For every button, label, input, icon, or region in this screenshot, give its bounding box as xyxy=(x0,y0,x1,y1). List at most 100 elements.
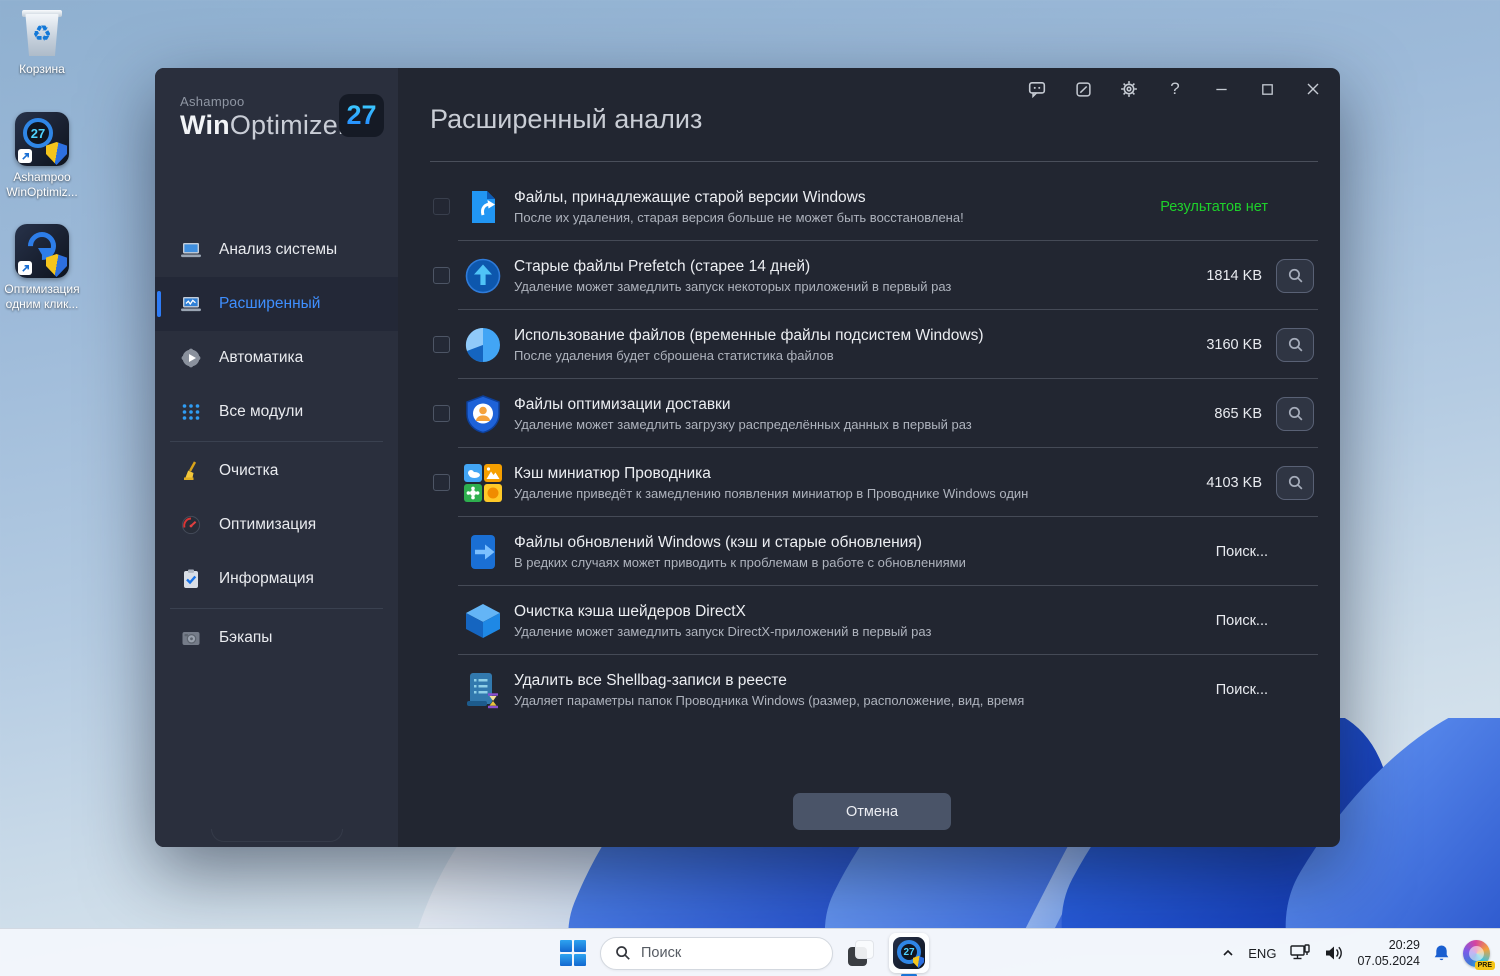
volume-icon[interactable] xyxy=(1324,944,1344,962)
desktop-icon-one-click-optimization[interactable]: Оптимизация одним клик... xyxy=(0,224,84,312)
feedback-button[interactable] xyxy=(1026,78,1048,100)
taskbar-search[interactable]: Поиск xyxy=(600,936,833,970)
winoptimizer-window: ? Ashampoo WinOptimizer 27 Анализ систем… xyxy=(155,68,1340,847)
file-restore-icon xyxy=(472,190,495,223)
maximize-button[interactable] xyxy=(1256,78,1278,100)
speedometer-icon xyxy=(181,515,201,535)
notes-button[interactable] xyxy=(1072,78,1094,100)
sidebar-item-all-modules[interactable]: Все модули xyxy=(155,385,398,439)
desktop-icon-recycle-bin[interactable]: ♻ Корзина xyxy=(0,8,84,77)
sidebar-menu: Анализ системы Расширенный Автоматика Вс… xyxy=(155,223,398,665)
menu-divider xyxy=(170,608,383,609)
item-title: Очистка кэша шейдеров DirectX xyxy=(514,602,746,620)
item-title: Удалить все Shellbag-записи в реесте xyxy=(514,671,787,689)
sidebar-item-information[interactable]: Информация xyxy=(155,552,398,606)
backup-icon xyxy=(182,632,200,645)
list-item-directx-shader-cache[interactable]: Очистка кэша шейдеров DirectX Удаление м… xyxy=(398,586,1340,655)
checkbox[interactable] xyxy=(433,474,450,491)
broom-icon xyxy=(184,461,197,480)
prefetch-up-icon xyxy=(465,258,501,293)
desktop-icon-winoptimizer[interactable]: 27 Ashampoo WinOptimiz... xyxy=(0,112,84,200)
version-badge: 27 xyxy=(339,94,384,137)
item-title: Старые файлы Prefetch (старее 14 дней) xyxy=(514,257,811,275)
shortcut-arrow-icon xyxy=(18,261,32,275)
checkbox[interactable] xyxy=(433,405,450,422)
checkbox[interactable] xyxy=(433,267,450,284)
search-details-button[interactable] xyxy=(1276,396,1314,431)
preview-badge: PRE xyxy=(1474,960,1495,970)
search-details-button[interactable] xyxy=(1276,258,1314,293)
item-size: 4103 KB xyxy=(1206,474,1262,491)
tray-clock[interactable]: 20:29 07.05.2024 xyxy=(1357,937,1420,970)
cancel-button[interactable]: Отмена xyxy=(793,793,951,830)
magnifier-icon xyxy=(1288,337,1302,352)
recycle-bin-icon: ♻ xyxy=(20,8,64,58)
checkbox[interactable] xyxy=(433,198,450,215)
settings-gear-icon[interactable] xyxy=(1118,78,1140,100)
start-button[interactable] xyxy=(560,939,587,967)
desktop-icon-label: Ashampoo WinOptimiz... xyxy=(6,170,78,199)
shortcut-arrow-icon xyxy=(18,149,32,163)
modules-grid-icon xyxy=(182,404,200,420)
copilot-icon[interactable]: PRE xyxy=(1463,939,1495,970)
taskbar-winoptimizer-icon[interactable]: 27 xyxy=(889,933,929,976)
checkbox[interactable] xyxy=(433,336,450,353)
item-status: Результатов нет xyxy=(1160,198,1268,215)
tray-date: 07.05.2024 xyxy=(1357,954,1420,968)
item-status: Поиск... xyxy=(1215,543,1268,560)
sidebar-item-backups[interactable]: Бэкапы xyxy=(155,611,398,665)
tray-time: 20:29 xyxy=(1388,937,1420,952)
list-item-prefetch[interactable]: Старые файлы Prefetch (старее 14 дней) У… xyxy=(398,241,1340,310)
magnifier-icon xyxy=(1288,268,1302,283)
sidebar-item-advanced[interactable]: Расширенный xyxy=(155,277,398,331)
clipboard-check-icon xyxy=(184,569,198,588)
minimize-button[interactable] xyxy=(1210,78,1232,100)
list-item-old-windows-files[interactable]: Файлы, принадлежащие старой версии Windo… xyxy=(398,172,1340,241)
app-logo: Ashampoo WinOptimizer 27 xyxy=(155,68,398,141)
automation-play-icon xyxy=(181,348,201,368)
item-subtitle: Удаляет параметры папок Проводника Windo… xyxy=(514,692,1025,708)
network-icon[interactable] xyxy=(1289,943,1311,963)
list-item-thumbnail-cache[interactable]: Кэш миниатюр Проводника Удаление приведё… xyxy=(398,448,1340,517)
sidebar-item-automation[interactable]: Автоматика xyxy=(155,331,398,385)
thumbnails-icon xyxy=(464,463,502,502)
sidebar-item-system-analysis[interactable]: Анализ системы xyxy=(155,223,398,277)
item-subtitle: Удаление может замедлить загрузку распре… xyxy=(514,416,972,432)
sidebar-bottom-handle xyxy=(210,829,343,842)
page-title: Расширенный анализ xyxy=(430,104,703,134)
magnifier-icon xyxy=(1288,406,1302,421)
laptop-icon xyxy=(181,243,201,258)
sidebar-item-cleaning[interactable]: Очистка xyxy=(155,444,398,498)
directx-cube-icon xyxy=(466,603,500,638)
list-item-delivery-optimization[interactable]: Файлы оптимизации доставки Удаление може… xyxy=(398,379,1340,448)
search-details-button[interactable] xyxy=(1276,465,1314,500)
item-size: 3160 KB xyxy=(1206,336,1262,353)
winoptimizer-icon: 27 xyxy=(15,112,69,166)
item-status: Поиск... xyxy=(1215,612,1268,629)
tray-chevron-up-icon[interactable] xyxy=(1221,946,1235,960)
item-title: Файлы оптимизации доставки xyxy=(514,395,731,413)
desktop-icon-label: Корзина xyxy=(19,62,65,76)
item-subtitle: После удаления будет сброшена статистика… xyxy=(514,347,834,363)
analysis-list: Файлы, принадлежащие старой версии Windo… xyxy=(398,172,1340,724)
item-subtitle: Удаление приведёт к замедлению появления… xyxy=(514,485,1029,501)
update-files-icon xyxy=(471,534,495,569)
search-details-button[interactable] xyxy=(1276,327,1314,362)
list-item-file-usage[interactable]: Использование файлов (временные файлы по… xyxy=(398,310,1340,379)
notification-bell-icon[interactable] xyxy=(1433,944,1450,962)
magnifier-icon xyxy=(1288,475,1302,490)
registry-hourglass-icon xyxy=(467,672,498,708)
sidebar-item-optimization[interactable]: Оптимизация xyxy=(155,498,398,552)
help-button[interactable]: ? xyxy=(1164,78,1186,100)
item-size: 865 KB xyxy=(1214,405,1262,422)
overlapping-windows-icon[interactable] xyxy=(846,938,876,968)
language-indicator[interactable]: ENG xyxy=(1248,946,1276,961)
item-title: Кэш миниатюр Проводника xyxy=(514,464,711,482)
item-subtitle: Удаление может замедлить запуск некоторы… xyxy=(514,278,952,294)
list-item-shellbag-entries[interactable]: Удалить все Shellbag-записи в реесте Уда… xyxy=(398,655,1340,724)
list-item-windows-updates[interactable]: Файлы обновлений Windows (кэш и старые о… xyxy=(398,517,1340,586)
close-button[interactable] xyxy=(1302,78,1324,100)
search-placeholder: Поиск xyxy=(641,945,682,961)
item-title: Использование файлов (временные файлы по… xyxy=(514,326,984,344)
menu-divider xyxy=(170,441,383,442)
